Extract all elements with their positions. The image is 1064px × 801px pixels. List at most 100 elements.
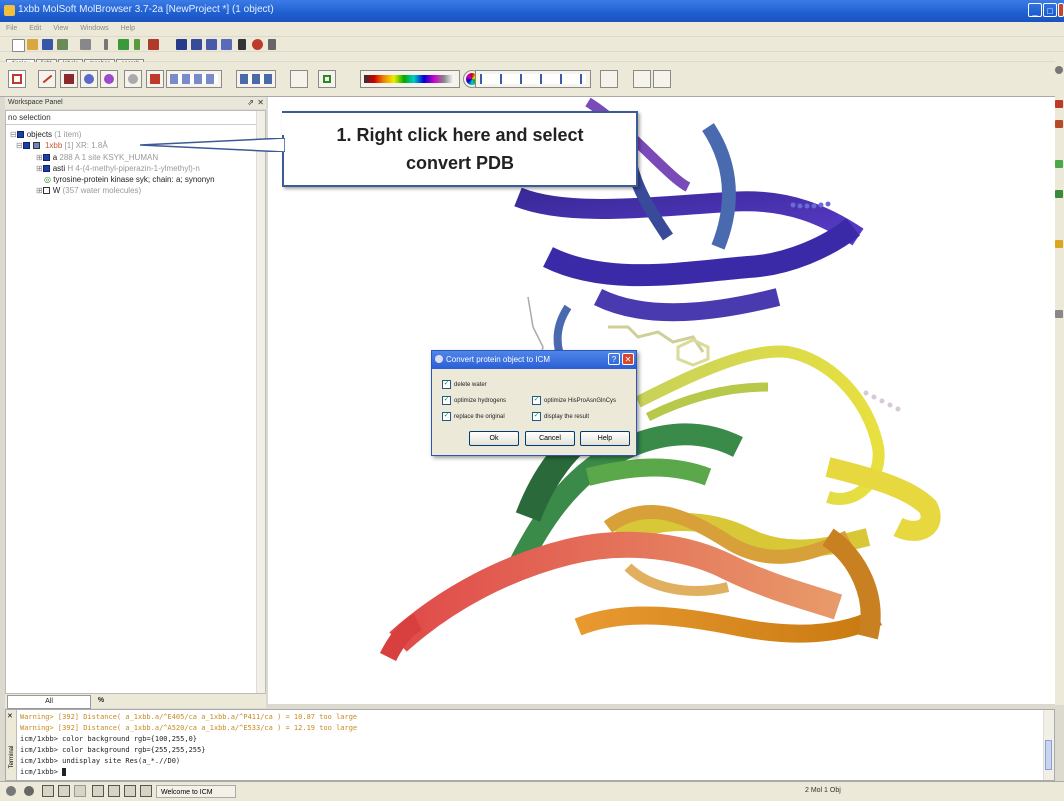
display-result-checkbox[interactable]: ✓ display the result	[532, 412, 589, 421]
ligand-icon[interactable]	[42, 165, 50, 173]
new-file-icon[interactable]	[12, 39, 25, 52]
console-scrollbar[interactable]	[1043, 710, 1054, 780]
terminal-sidebar: ✕ Terminal	[6, 710, 17, 780]
text-cursor	[62, 768, 67, 776]
console-output: Warning> [392] Distance( a_1xbb.a/^E405/…	[6, 710, 1054, 778]
tree-item-description[interactable]: ◎ tyrosine-protein kinase syk; chain: a;…	[44, 175, 215, 184]
protein-ribbon-render	[379, 97, 941, 662]
window-icon[interactable]	[221, 39, 232, 50]
replace-original-checkbox[interactable]: ✓ replace the original	[442, 412, 505, 421]
xstick-icon[interactable]	[80, 70, 98, 88]
delete-water-checkbox[interactable]: ✓ delete water	[442, 380, 487, 389]
maximize-button[interactable]: □	[1043, 3, 1057, 17]
tree-item-a[interactable]: ⊞ a 288 A 1 site KSYK_HUMAN	[36, 153, 158, 162]
cpk-icon[interactable]	[124, 70, 142, 88]
workspace-panel: no selection ⊟ objects (1 item) ⊟ 1xbb [1…	[5, 110, 266, 694]
instruction-callout: 1. Right click here and select convert P…	[282, 111, 638, 187]
menu-view[interactable]: View	[53, 22, 68, 36]
ok-button[interactable]: Ok	[469, 431, 519, 446]
color-palette[interactable]	[360, 70, 460, 88]
window-title: 1xbb MolSoft MolBrowser 3.7-2a [NewProje…	[18, 4, 274, 15]
object-visibility-icon[interactable]	[22, 142, 30, 150]
display-mode-icon[interactable]	[8, 70, 26, 88]
font-icon[interactable]	[238, 39, 246, 50]
print-icon[interactable]	[80, 39, 91, 50]
measure-icon[interactable]	[318, 70, 336, 88]
view-tools[interactable]	[475, 70, 591, 88]
workspace-scrollbar[interactable]	[256, 111, 265, 693]
tool3-icon[interactable]	[1055, 190, 1063, 198]
close-panel-icon[interactable]: ✕	[257, 98, 264, 107]
layout-icon-4[interactable]	[92, 785, 104, 797]
dialog-help-icon[interactable]: ?	[608, 353, 620, 365]
sphere-icon[interactable]	[252, 39, 263, 50]
label-icon[interactable]	[290, 70, 308, 88]
layout-icon-2[interactable]	[58, 785, 70, 797]
layout-icon-3[interactable]	[74, 785, 86, 797]
green-tool-icon[interactable]	[1055, 160, 1063, 168]
console-scroll-thumb[interactable]	[1045, 740, 1052, 770]
bar-icon[interactable]	[134, 39, 140, 50]
menu-help[interactable]: Help	[121, 22, 135, 36]
table-icon[interactable]	[191, 39, 202, 50]
menu-windows[interactable]: Windows	[80, 22, 108, 36]
surface-icons[interactable]	[166, 70, 222, 88]
chain-icon[interactable]	[42, 154, 50, 162]
grid-icon[interactable]	[206, 39, 217, 50]
sequence-icon[interactable]	[148, 39, 159, 50]
minimize-button[interactable]: _	[1028, 3, 1042, 17]
tool2-icon[interactable]	[1055, 120, 1063, 128]
tools-icon[interactable]	[268, 39, 276, 50]
tree-item-asti[interactable]: ⊞ asti H 4-(4-methyl-piperazin-1-ylmethyl…	[36, 164, 200, 173]
layout-icon-1[interactable]	[42, 785, 54, 797]
molecule-icon[interactable]	[118, 39, 129, 50]
skin-icon[interactable]	[236, 70, 276, 88]
help-button[interactable]: Help	[580, 431, 630, 446]
optimize-hisproasnglncys-checkbox[interactable]: ✓ optimize HisProAsnGlnCys	[532, 396, 616, 405]
water-checkbox[interactable]	[42, 187, 50, 195]
wire-icon[interactable]	[38, 70, 56, 88]
save-icon[interactable]	[42, 39, 53, 50]
tree-object-1xbb[interactable]: ⊟ 1xbb [1] XR: 1.8Å	[16, 141, 108, 150]
cancel-button[interactable]: Cancel	[525, 431, 575, 446]
save-project-icon[interactable]	[57, 39, 68, 50]
gear-icon[interactable]	[1055, 66, 1063, 74]
tab-percent[interactable]: %	[91, 695, 111, 707]
console-prompt[interactable]: icm/1xbb>	[6, 767, 1054, 778]
console-line: icm/1xbb> color background rgb={255,255,…	[20, 746, 206, 754]
status-message: Welcome to ICM	[156, 785, 236, 798]
tree-root[interactable]: ⊟ objects (1 item)	[10, 130, 81, 139]
yellow-tool-icon[interactable]	[1055, 240, 1063, 248]
ribbon-icon[interactable]	[146, 70, 164, 88]
right-toolbar	[1055, 60, 1064, 705]
terminal-console[interactable]: ✕ Terminal Warning> [392] Distance( a_1x…	[5, 709, 1055, 781]
gear-status-icon[interactable]	[6, 786, 16, 796]
dialog-close-icon[interactable]: ✕	[622, 353, 634, 365]
search-status-icon[interactable]	[140, 785, 152, 797]
layout-icon-5[interactable]	[108, 785, 120, 797]
open-folder-icon[interactable]	[27, 39, 38, 50]
tree-item-water[interactable]: ⊞ W (357 water molecules)	[36, 186, 141, 195]
menu-edit[interactable]: Edit	[29, 22, 41, 36]
layout-icon-6[interactable]	[124, 785, 136, 797]
stick-icon[interactable]	[60, 70, 78, 88]
check-icon: ✓	[442, 396, 451, 405]
menu-file[interactable]: File	[6, 22, 17, 36]
tab-all[interactable]: All	[7, 695, 91, 709]
menu-bar: File Edit View Windows Help	[0, 22, 1064, 36]
check-icon: ✓	[442, 412, 451, 421]
record-icon[interactable]	[24, 786, 34, 796]
pin-icon[interactable]: ⇗	[247, 98, 254, 107]
molecular-viewer[interactable]	[268, 97, 1055, 704]
pdb-icon[interactable]	[176, 39, 187, 50]
optimize-hydrogens-checkbox[interactable]: ✓ optimize hydrogens	[442, 396, 506, 405]
app-icon	[4, 5, 15, 16]
rotate-icon[interactable]	[653, 70, 671, 88]
screenshot-icon[interactable]	[633, 70, 651, 88]
close-button[interactable]	[1058, 3, 1064, 17]
undo-icon[interactable]	[600, 70, 618, 88]
tool4-icon[interactable]	[1055, 310, 1063, 318]
terminal-close-icon[interactable]: ✕	[7, 712, 13, 720]
ball-icon[interactable]	[100, 70, 118, 88]
red-tool-icon[interactable]	[1055, 100, 1063, 108]
